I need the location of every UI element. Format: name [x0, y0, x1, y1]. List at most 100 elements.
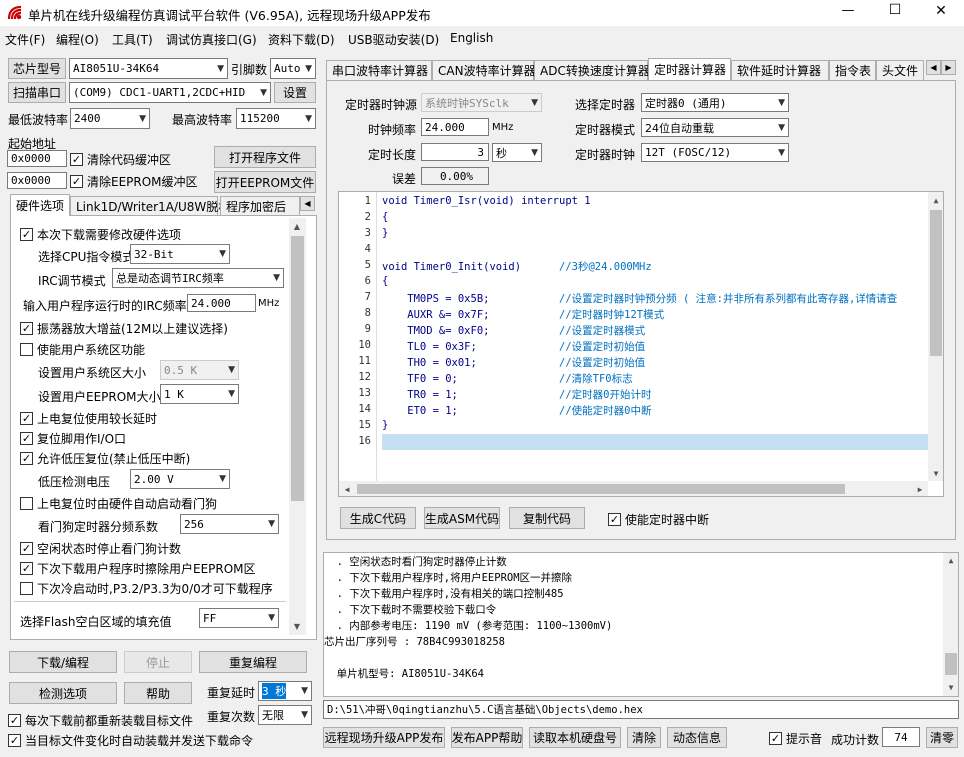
timer-clock-select[interactable]: 12T (FOSC/12) ▼: [641, 143, 789, 162]
menu-downloads[interactable]: 资料下载(D): [268, 31, 335, 48]
generate-c-code-button[interactable]: 生成C代码: [340, 507, 416, 529]
stop-button[interactable]: 停止: [124, 651, 192, 673]
minimize-button[interactable]: —: [833, 3, 863, 18]
sound-checkbox[interactable]: ✓ 提示音: [769, 730, 822, 747]
cold-start-checkbox[interactable]: 下次冷启动时,P3.2/P3.3为0/0才可下载程序: [20, 580, 273, 597]
menu-file[interactable]: 文件(F): [5, 31, 45, 48]
help-button[interactable]: 帮助: [124, 682, 192, 704]
repeat-delay-select[interactable]: 3 秒 ▼: [258, 681, 312, 701]
eeprom-size-select[interactable]: 1 K ▼: [160, 384, 239, 404]
code-start-address-input[interactable]: 0x0000: [7, 150, 67, 167]
read-disk-id-button[interactable]: 读取本机硬盘号: [529, 727, 621, 748]
right-tab-scroll-left-button[interactable]: ◀: [926, 60, 941, 75]
scroll-left-icon[interactable]: ◀: [339, 481, 355, 496]
timer-length-unit-select[interactable]: 秒 ▼: [492, 143, 542, 162]
clear-code-buffer-checkbox[interactable]: ✓ 清除代码缓冲区: [70, 151, 171, 168]
wdt-auto-start-checkbox[interactable]: 上电复位时由硬件自动启动看门狗: [20, 495, 217, 512]
max-baud-select[interactable]: 115200 ▼: [236, 108, 316, 129]
open-eeprom-file-button[interactable]: 打开EEPROM文件: [214, 171, 316, 193]
scroll-down-icon[interactable]: ▼: [928, 465, 943, 481]
repeat-count-select[interactable]: 无限 ▼: [258, 705, 312, 725]
lvr-checkbox[interactable]: ✓ 允许低压复位(禁止低压中断): [20, 450, 190, 467]
hw-scrollbar[interactable]: ▲ ▼: [289, 218, 306, 635]
menu-debug-interface[interactable]: 调试仿真接口(G): [166, 31, 257, 48]
pin-count-select[interactable]: Auto ▼: [270, 58, 316, 79]
menu-program[interactable]: 编程(O): [56, 31, 99, 48]
irc-frequency-input[interactable]: 24.000: [187, 294, 256, 312]
publish-app-help-button[interactable]: 发布APP帮助: [451, 727, 523, 748]
dynamic-info-button[interactable]: 动态信息: [667, 727, 727, 748]
scroll-thumb[interactable]: [930, 210, 942, 356]
scroll-thumb[interactable]: [291, 236, 304, 501]
log-scrollbar[interactable]: ▲ ▼: [943, 553, 958, 696]
scan-port-button[interactable]: 扫描串口: [8, 82, 66, 103]
osc-gain-checkbox[interactable]: ✓ 振荡器放大增益(12M以上建议选择): [20, 320, 228, 337]
tab-scroll-left-button[interactable]: ◀: [300, 196, 315, 211]
auto-send-checkbox[interactable]: ✓ 当目标文件变化时自动装载并发送下载命令: [8, 732, 253, 749]
maximize-button[interactable]: ☐: [880, 2, 910, 18]
eeprom-start-address-input[interactable]: 0x0000: [7, 172, 67, 189]
log-output[interactable]: . 空闲状态时看门狗定时器停止计数 . 下次下载用户程序时,将用户EEPROM区…: [323, 552, 959, 697]
modify-hw-options-checkbox[interactable]: ✓ 本次下载需要修改硬件选项: [20, 226, 181, 243]
tab-delay-calc[interactable]: 软件延时计算器: [731, 60, 829, 80]
flash-fill-select[interactable]: FF ▼: [199, 608, 279, 628]
user-system-area-checkbox[interactable]: 使能用户系统区功能: [20, 341, 145, 358]
reset-pin-io-checkbox[interactable]: ✓ 复位脚用作I/O口: [20, 430, 126, 447]
clear-log-button[interactable]: 清除: [627, 727, 661, 748]
scroll-down-icon[interactable]: ▼: [943, 680, 958, 696]
close-button[interactable]: ✕: [926, 3, 956, 19]
irc-mode-select[interactable]: 总是动态调节IRC频率 ▼: [112, 268, 284, 288]
right-tab-scroll-right-button[interactable]: ▶: [941, 60, 956, 75]
reset-count-button[interactable]: 清零: [926, 727, 958, 748]
idle-wdt-checkbox[interactable]: ✓ 空闲状态时停止看门狗计数: [20, 540, 181, 557]
tab-timer-calc[interactable]: 定时器计算器: [648, 58, 731, 80]
por-long-delay-checkbox[interactable]: ✓ 上电复位使用较长延时: [20, 410, 157, 427]
chip-type-select[interactable]: AI8051U-34K64 ▼: [69, 58, 228, 79]
code-hscrollbar[interactable]: ◀ ▶: [339, 481, 928, 496]
code-comment: //设置定时初始值: [559, 341, 646, 353]
tab-instruction-table[interactable]: 指令表: [829, 60, 876, 80]
menu-english[interactable]: English: [450, 31, 493, 45]
code-vscrollbar[interactable]: ▲ ▼: [928, 192, 943, 481]
reload-before-download-checkbox[interactable]: ✓ 每次下载前都重新装载目标文件: [8, 712, 193, 729]
generate-asm-code-button[interactable]: 生成ASM代码: [424, 507, 500, 529]
scroll-up-icon[interactable]: ▲: [943, 553, 958, 569]
tab-hardware-options[interactable]: 硬件选项: [10, 194, 70, 216]
tab-can-baud-calc[interactable]: CAN波特率计算器: [432, 60, 536, 80]
clear-eeprom-buffer-checkbox[interactable]: ✓ 清除EEPROM缓冲区: [70, 173, 198, 190]
tab-header-files[interactable]: 头文件: [876, 60, 924, 80]
tab-adc-speed-calc[interactable]: ADC转换速度计算器: [534, 60, 650, 80]
min-baud-select[interactable]: 2400 ▼: [70, 108, 150, 129]
menu-usb-driver[interactable]: USB驱动安装(D): [348, 31, 439, 48]
check-options-button[interactable]: 检测选项: [9, 682, 117, 704]
download-program-button[interactable]: 下载/编程: [9, 651, 117, 673]
timer-length-input[interactable]: 3: [421, 143, 489, 161]
select-timer-select[interactable]: 定时器0 (通用) ▼: [641, 93, 789, 112]
tab-uart-baud-calc[interactable]: 串口波特率计算器: [326, 60, 432, 80]
scroll-thumb[interactable]: [357, 484, 845, 494]
lvd-voltage-select[interactable]: 2.00 V ▼: [130, 469, 230, 489]
wdt-auto-start-label: 上电复位时由硬件自动启动看门狗: [37, 497, 218, 511]
enable-timer-interrupt-checkbox[interactable]: ✓ 使能定时器中断: [608, 511, 709, 528]
publish-app-button[interactable]: 远程现场升级APP发布: [323, 727, 445, 748]
chip-type-button[interactable]: 芯片型号: [8, 58, 66, 79]
wdt-divider-select[interactable]: 256 ▼: [180, 514, 279, 534]
erase-eeprom-checkbox[interactable]: ✓ 下次下载用户程序时擦除用户EEPROM区: [20, 560, 256, 577]
settings-button[interactable]: 设置: [274, 82, 316, 103]
port-select[interactable]: (COM9) CDC1-UART1,2CDC+HID ▼: [69, 82, 271, 103]
scroll-thumb[interactable]: [945, 653, 957, 675]
clock-freq-input[interactable]: 24.000: [421, 118, 489, 136]
repeat-program-button[interactable]: 重复编程: [199, 651, 307, 673]
copy-code-button[interactable]: 复制代码: [509, 507, 585, 529]
scroll-up-icon[interactable]: ▲: [928, 192, 943, 208]
scroll-up-icon[interactable]: ▲: [289, 218, 305, 234]
timer-mode-select[interactable]: 24位自动重载 ▼: [641, 118, 789, 137]
scroll-down-icon[interactable]: ▼: [289, 618, 305, 634]
code-editor[interactable]: 1 void Timer0_Isr(void) interrupt 1 2 {3} 4 5…: [338, 191, 944, 497]
tab-encrypted[interactable]: 程序加密后: [220, 196, 300, 216]
open-program-file-button[interactable]: 打开程序文件: [214, 146, 316, 168]
tab-offline-writer[interactable]: Link1D/Writer1A/U8W脱机: [70, 196, 230, 216]
menu-tools[interactable]: 工具(T): [112, 31, 153, 48]
cpu-mode-select[interactable]: 32-Bit ▼: [130, 244, 230, 264]
scroll-right-icon[interactable]: ▶: [912, 481, 928, 496]
